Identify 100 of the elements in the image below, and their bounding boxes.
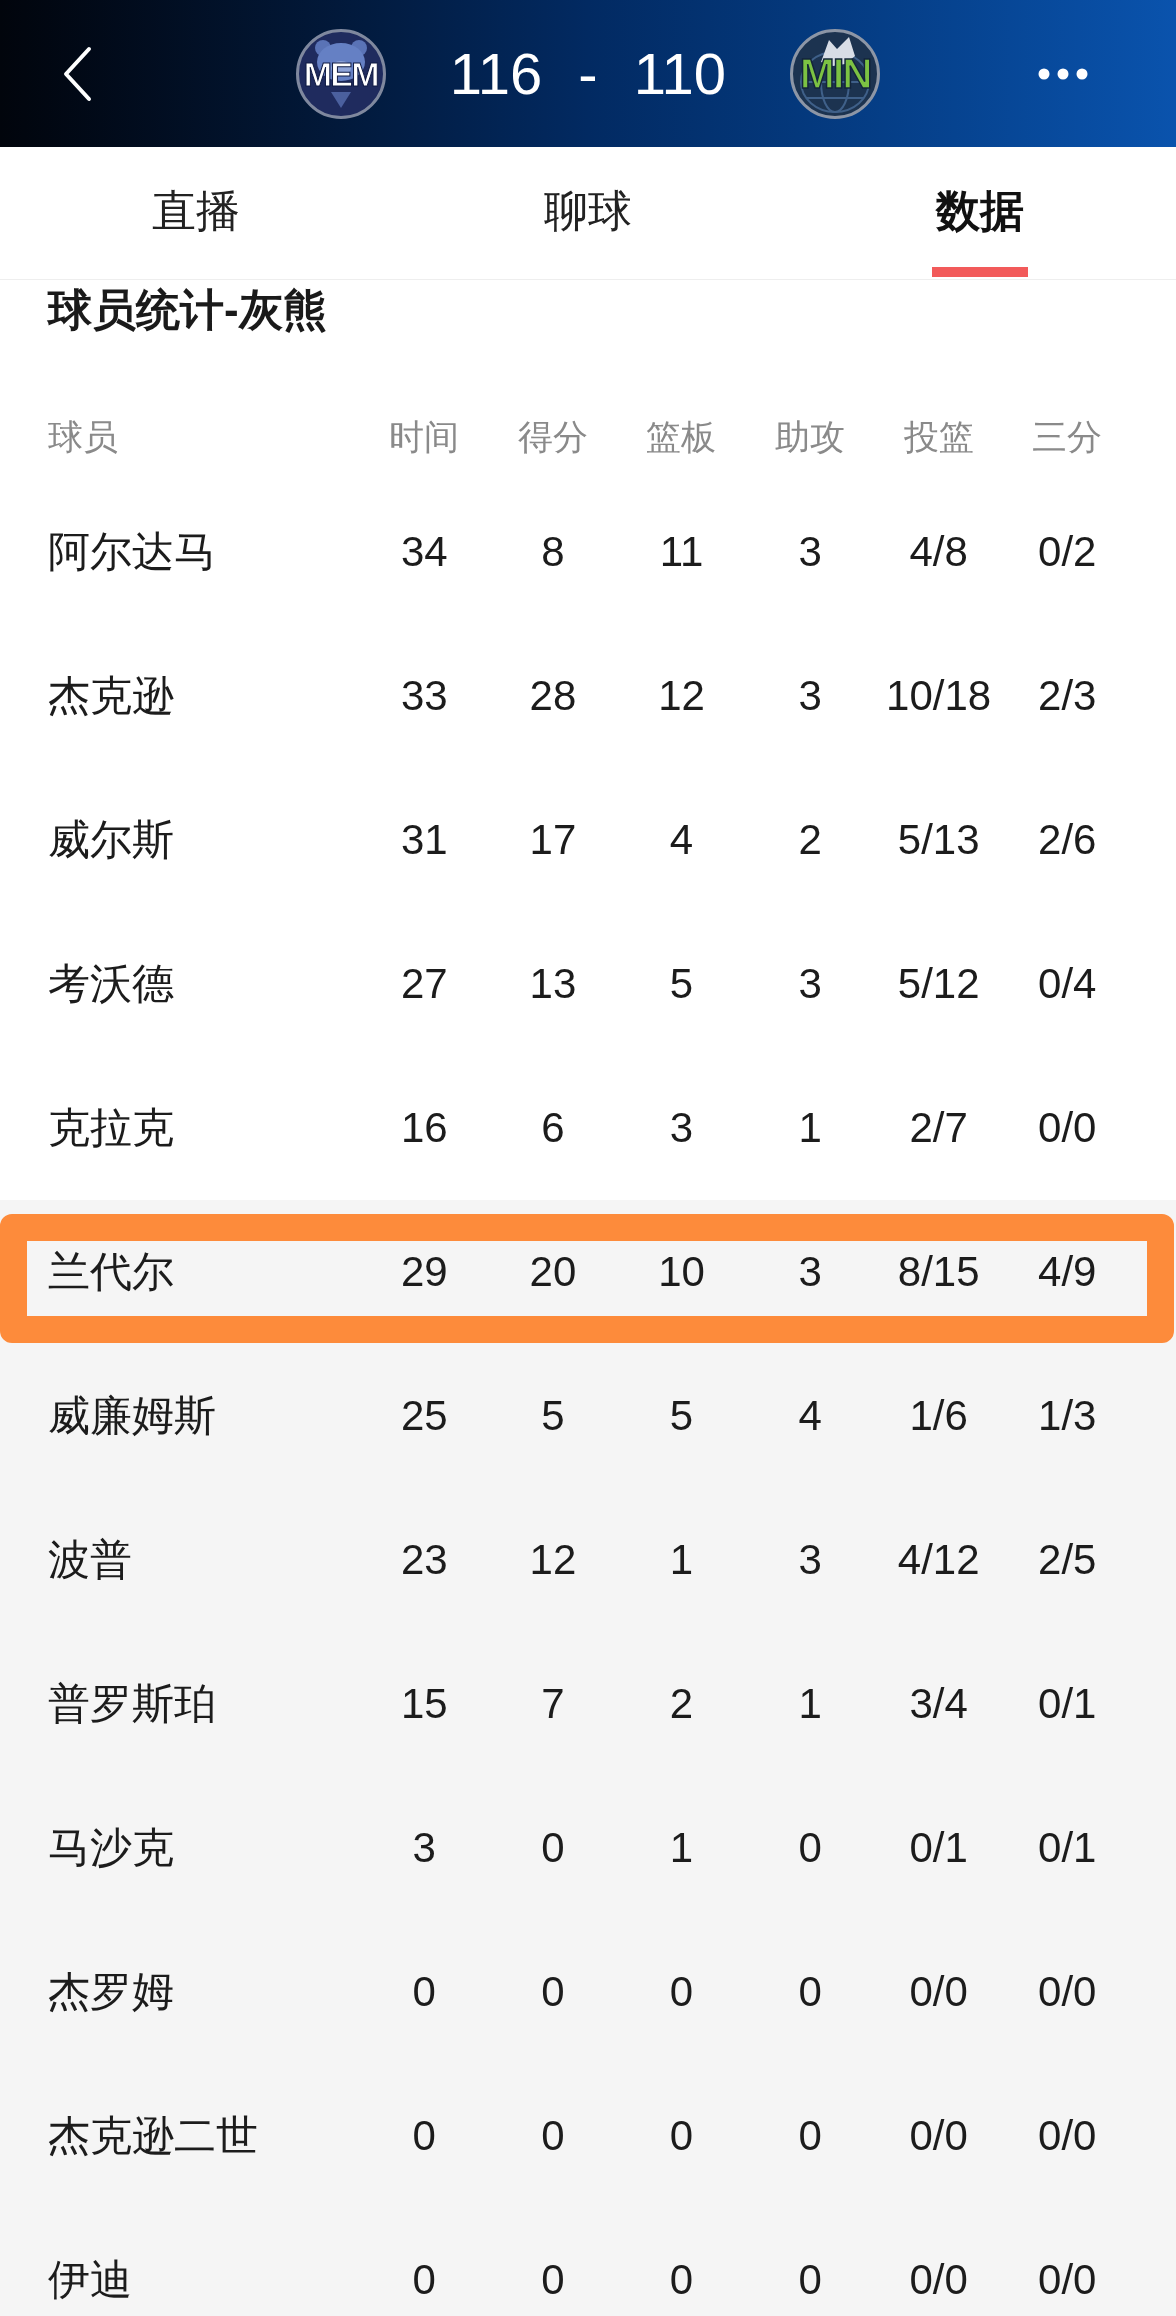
player-name: 杰罗姆: [48, 1967, 174, 2017]
stat-value: 0: [541, 2111, 565, 2161]
stat-value: 1/3: [1038, 1391, 1097, 1441]
stat-value: 0/0: [1038, 1967, 1097, 2017]
stat-value: 2: [669, 1679, 694, 1729]
stat-value: 25: [400, 1391, 448, 1441]
stat-value: 3: [798, 959, 822, 1009]
tab[interactable]: 直播: [0, 147, 392, 279]
stat-value: 23: [400, 1535, 448, 1585]
stat-value: 2/3: [1038, 671, 1097, 721]
stat-value: 0: [541, 1967, 565, 2017]
stat-value: 5/13: [897, 815, 980, 865]
stat-value: 0/0: [1038, 1103, 1097, 1153]
player-name: 波普: [48, 1535, 132, 1585]
stat-value: 1: [669, 1535, 694, 1585]
stat-value: 3: [798, 527, 822, 577]
stat-value: 0: [541, 1823, 565, 1873]
stat-value: 2: [798, 815, 822, 865]
team-score: 116: [449, 44, 543, 103]
stat-value: 4/12: [897, 1535, 980, 1585]
stat-value: 3: [669, 1103, 694, 1153]
score-separator: -: [578, 44, 598, 103]
player-name: 考沃德: [48, 959, 174, 1009]
stat-value: 0/0: [1038, 2255, 1097, 2305]
stat-value: 4/9: [1038, 1247, 1097, 1297]
stat-value: 17: [529, 815, 577, 865]
stat-value: 2/5: [1038, 1535, 1097, 1585]
stat-value: 4: [669, 815, 694, 865]
column-header: 时间: [389, 416, 460, 458]
player-name: 伊迪: [48, 2255, 132, 2305]
stat-value: 0/4: [1038, 959, 1097, 1009]
stat-value: 0: [669, 1967, 694, 2017]
player-name: 阿尔达马: [48, 527, 216, 577]
player-name: 克拉克: [48, 1103, 174, 1153]
more-options-icon[interactable]: [1038, 67, 1088, 80]
stat-value: 3: [412, 1823, 436, 1873]
stat-value: 10: [658, 1247, 705, 1297]
stat-value: 2/7: [909, 1103, 968, 1153]
column-header: 投篮: [903, 416, 974, 458]
stat-value: 7: [541, 1679, 565, 1729]
stat-value: 33: [400, 671, 448, 721]
back-icon[interactable]: [62, 45, 92, 102]
tab[interactable]: 数据: [784, 147, 1176, 279]
stat-value: 0: [412, 2255, 436, 2305]
player-name: 杰克逊二世: [48, 2111, 258, 2161]
stat-value: 34: [400, 527, 448, 577]
stat-value: 8/15: [897, 1247, 980, 1297]
stat-value: 0/0: [909, 1967, 968, 2017]
player-name: 杰克逊: [48, 671, 174, 721]
stat-value: 11: [659, 527, 704, 577]
stat-value: 0/1: [909, 1823, 968, 1873]
stat-value: 0: [669, 2255, 694, 2305]
stat-value: 1: [669, 1823, 694, 1873]
player-name: 威尔斯: [48, 815, 174, 865]
stat-value: 27: [400, 959, 448, 1009]
column-header: 球员: [48, 416, 118, 458]
stat-value: 12: [529, 1535, 577, 1585]
stat-value: 0: [412, 1967, 436, 2017]
team-score: 110: [633, 44, 727, 103]
stat-value: 0: [798, 1967, 822, 2017]
stat-value: 2/6: [1038, 815, 1097, 865]
stat-value: 0: [541, 2255, 565, 2305]
stat-value: 4/8: [909, 527, 968, 577]
column-header: 篮板: [646, 416, 717, 458]
player-name: 普罗斯珀: [48, 1679, 216, 1729]
stat-value: 31: [400, 815, 448, 865]
stat-value: 4: [798, 1391, 822, 1441]
stat-value: 16: [400, 1103, 448, 1153]
stat-value: 0/1: [1038, 1823, 1097, 1873]
stat-value: 0: [798, 2111, 822, 2161]
tab[interactable]: 聊球: [392, 147, 784, 279]
stat-value: 0: [798, 1823, 822, 1873]
stat-value: 0/0: [909, 2255, 968, 2305]
stat-value: 12: [658, 671, 705, 721]
stat-value: 3: [798, 671, 822, 721]
column-header: 三分: [1032, 416, 1103, 458]
stat-value: 6: [541, 1103, 565, 1153]
stat-value: 3: [798, 1535, 822, 1585]
stat-value: 5/12: [897, 959, 980, 1009]
stat-value: 1/6: [909, 1391, 968, 1441]
section-title: 球员统计-灰熊: [48, 285, 327, 334]
stat-value: 0/0: [909, 2111, 968, 2161]
stat-value: 28: [529, 671, 577, 721]
stat-value: 13: [529, 959, 577, 1009]
player-name: 威廉姆斯: [48, 1391, 216, 1441]
team-abbreviation: MEM: [303, 56, 378, 91]
stat-value: 1: [798, 1679, 822, 1729]
stat-value: 0/0: [1038, 2111, 1097, 2161]
stat-value: 8: [541, 527, 565, 577]
stat-value: 3: [798, 1247, 822, 1297]
stat-value: 5: [541, 1391, 565, 1441]
player-name: 马沙克: [48, 1823, 174, 1873]
column-header: 得分: [517, 416, 588, 458]
column-header: 助攻: [775, 416, 846, 458]
stat-value: 0/1: [1038, 1679, 1097, 1729]
stat-value: 5: [669, 1391, 694, 1441]
stat-value: 3/4: [909, 1679, 968, 1729]
stat-value: 1: [798, 1103, 822, 1153]
stat-value: 0: [798, 2255, 822, 2305]
stat-value: 10/18: [886, 671, 992, 721]
